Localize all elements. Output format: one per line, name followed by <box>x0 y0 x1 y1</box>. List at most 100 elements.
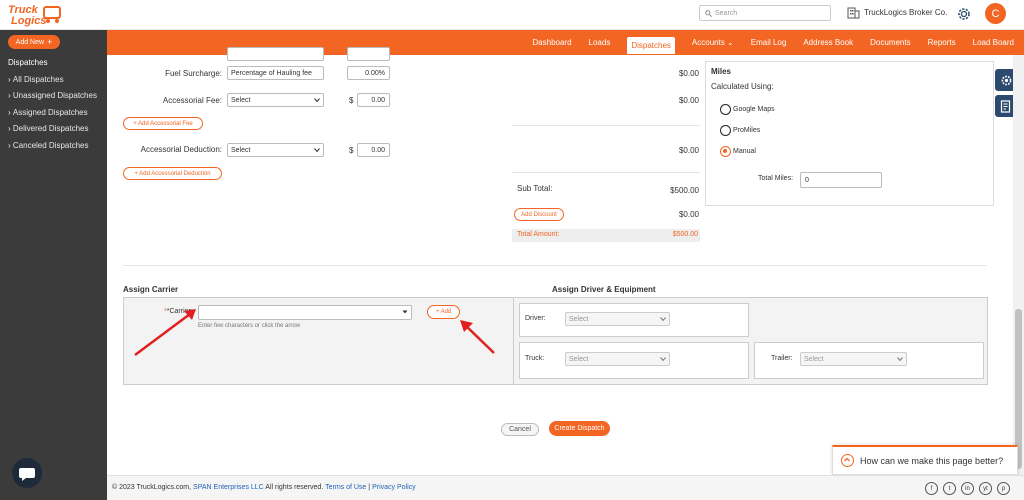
assign-carrier-heading: Assign Carrier <box>123 285 179 294</box>
trailer-select[interactable]: Select <box>800 352 907 366</box>
company-switcher[interactable]: TruckLogics Broker Co. <box>847 6 947 19</box>
footer-rights: All rights reserved. <box>265 484 324 491</box>
hauling-fee-type-select[interactable] <box>227 47 324 61</box>
nav-loads[interactable]: Loads <box>589 34 611 51</box>
nav-accounts[interactable]: Accounts ⌄ <box>692 34 734 51</box>
accessorial-deduction-label: Accessorial Deduction: <box>140 145 222 154</box>
footer-company-link[interactable]: SPAN Enterprises LLC <box>193 484 264 491</box>
truck-select[interactable]: Select <box>565 352 670 366</box>
top-bar: Truck Logics Search TruckLogics Broker C… <box>0 0 1024 30</box>
radio-promiles[interactable] <box>720 125 731 136</box>
accessorial-deduction-input[interactable]: 0.00 <box>357 143 390 157</box>
subtotal-label: Sub Total: <box>517 184 553 193</box>
linkedin-icon[interactable]: in <box>961 482 974 495</box>
add-accessorial-fee-button[interactable]: + Add Accessorial Fee <box>123 117 203 130</box>
nav-reports[interactable]: Reports <box>928 34 956 51</box>
user-avatar[interactable]: C <box>985 3 1006 24</box>
sidebar-item-all-dispatches[interactable]: › All Dispatches <box>0 71 107 88</box>
radio-manual[interactable] <box>720 146 731 157</box>
fuel-surcharge-type-value: Percentage of Hauling fee <box>231 69 312 77</box>
hauling-fee-input[interactable] <box>347 47 390 61</box>
footer-separator: | <box>368 484 371 491</box>
radio-google-maps[interactable] <box>720 104 731 115</box>
subtotal-value: $500.00 <box>670 186 699 195</box>
add-discount-button[interactable]: Add Discount <box>514 208 564 221</box>
section-divider <box>123 265 987 266</box>
nav-email-log[interactable]: Email Log <box>751 34 787 51</box>
trailer-box: Trailer: Select <box>754 342 984 379</box>
sidebar-item-unassigned-dispatches[interactable]: › Unassigned Dispatches <box>0 88 107 105</box>
pinterest-icon[interactable]: p <box>997 482 1010 495</box>
fuel-surcharge-amount: $0.00 <box>678 69 699 78</box>
total-miles-input[interactable]: 0 <box>800 172 882 188</box>
accessorial-fee-select[interactable]: Select <box>227 93 324 107</box>
create-dispatch-button[interactable]: Create Dispatch <box>549 421 610 436</box>
accessorial-fee-input[interactable]: 0.00 <box>357 93 390 107</box>
accessorial-deduction-amount: $0.00 <box>678 146 699 155</box>
chevron-down-icon <box>897 357 903 362</box>
gear-icon <box>1001 75 1011 85</box>
sidebar-item-assigned-dispatches[interactable]: › Assigned Dispatches <box>0 104 107 121</box>
page-scrollbar[interactable] <box>1013 55 1024 475</box>
assign-driver-heading: Assign Driver & Equipment <box>552 285 656 294</box>
building-icon <box>847 7 860 19</box>
total-amount-row: Total Amount: $500.00 <box>512 229 700 242</box>
add-new-button[interactable]: Add New + <box>8 35 60 49</box>
add-accessorial-deduction-button[interactable]: + Add Accessorial Deduction <box>123 167 222 180</box>
nav-documents[interactable]: Documents <box>870 34 910 51</box>
nav-accounts-label: Accounts <box>691 38 725 47</box>
sidebar-item-canceled-dispatches[interactable]: › Canceled Dispatches <box>0 137 107 154</box>
radio-label-google-maps: Google Maps <box>733 106 775 113</box>
terms-of-use-link[interactable]: Terms of Use <box>325 484 366 491</box>
settings-gear-icon[interactable] <box>956 6 972 22</box>
carrier-select[interactable] <box>198 305 412 320</box>
trucklogics-logo[interactable]: Truck Logics <box>8 3 68 27</box>
search-input[interactable]: Search <box>699 5 831 21</box>
cancel-button[interactable]: Cancel <box>501 423 539 436</box>
youtube-icon[interactable]: yt <box>979 482 992 495</box>
plus-icon: + <box>47 37 53 47</box>
sidebar-item-delivered-dispatches[interactable]: › Delivered Dispatches <box>0 121 107 138</box>
twitter-icon[interactable]: t <box>943 482 956 495</box>
sidebar-item-label: Unassigned Dispatches <box>12 91 97 101</box>
footer-text: © 2023 TruckLogics.com, SPAN Enterprises… <box>112 484 416 491</box>
trailer-select-value: Select <box>804 355 824 363</box>
accessorial-deduction-select-value: Select <box>231 146 251 154</box>
chat-widget-button[interactable] <box>12 458 42 488</box>
nav-load-board[interactable]: Load Board <box>973 34 1014 51</box>
nav-address-book[interactable]: Address Book <box>803 34 853 51</box>
privacy-policy-link[interactable]: Privacy Policy <box>372 484 416 491</box>
sidebar-item-label: Delivered Dispatches <box>12 124 89 134</box>
feedback-widget[interactable]: How can we make this page better? <box>832 445 1018 475</box>
annotation-arrow-add <box>460 320 495 354</box>
facebook-icon[interactable]: f <box>925 482 938 495</box>
sidebar: Add New + Dispatches › All Dispatches › … <box>0 30 107 500</box>
nav-dashboard[interactable]: Dashboard <box>532 34 571 51</box>
sidebar-item-label: Assigned Dispatches <box>12 107 88 117</box>
fuel-surcharge-type-select[interactable]: Percentage of Hauling fee <box>227 66 324 80</box>
accessorial-deduction-select[interactable]: Select <box>227 143 324 157</box>
accessorial-deduction-dollar: $ <box>349 146 354 155</box>
search-icon <box>705 9 712 17</box>
company-name: TruckLogics Broker Co. <box>864 8 948 17</box>
driver-select[interactable]: Select <box>565 312 670 326</box>
divider <box>512 172 700 173</box>
chevron-down-icon <box>660 317 666 322</box>
chevron-down-icon <box>314 148 320 153</box>
sidebar-heading: Dispatches <box>8 58 48 67</box>
add-carrier-button[interactable]: + Add <box>427 305 460 319</box>
accessorial-deduction-value: 0.00 <box>371 146 385 154</box>
miles-panel: Miles Calculated Using: Google Maps ProM… <box>705 61 994 206</box>
fuel-surcharge-input[interactable]: 0.00% <box>347 66 390 80</box>
search-placeholder: Search <box>715 9 738 17</box>
logo-line2: Logics <box>11 15 46 27</box>
total-miles-label: Total Miles: <box>758 175 794 182</box>
truck-select-value: Select <box>569 355 589 363</box>
accessorial-fee-select-value: Select <box>231 96 251 104</box>
radio-label-promiles: ProMiles <box>733 127 761 134</box>
accessorial-fee-label: Accessorial Fee: <box>162 96 222 105</box>
sidebar-item-label: All Dispatches <box>12 74 64 84</box>
nav-dispatches[interactable]: Dispatches <box>627 37 675 54</box>
footer: © 2023 TruckLogics.com, SPAN Enterprises… <box>107 475 1024 500</box>
assign-panel: **Carrier: Enter few characters or click… <box>123 297 988 385</box>
